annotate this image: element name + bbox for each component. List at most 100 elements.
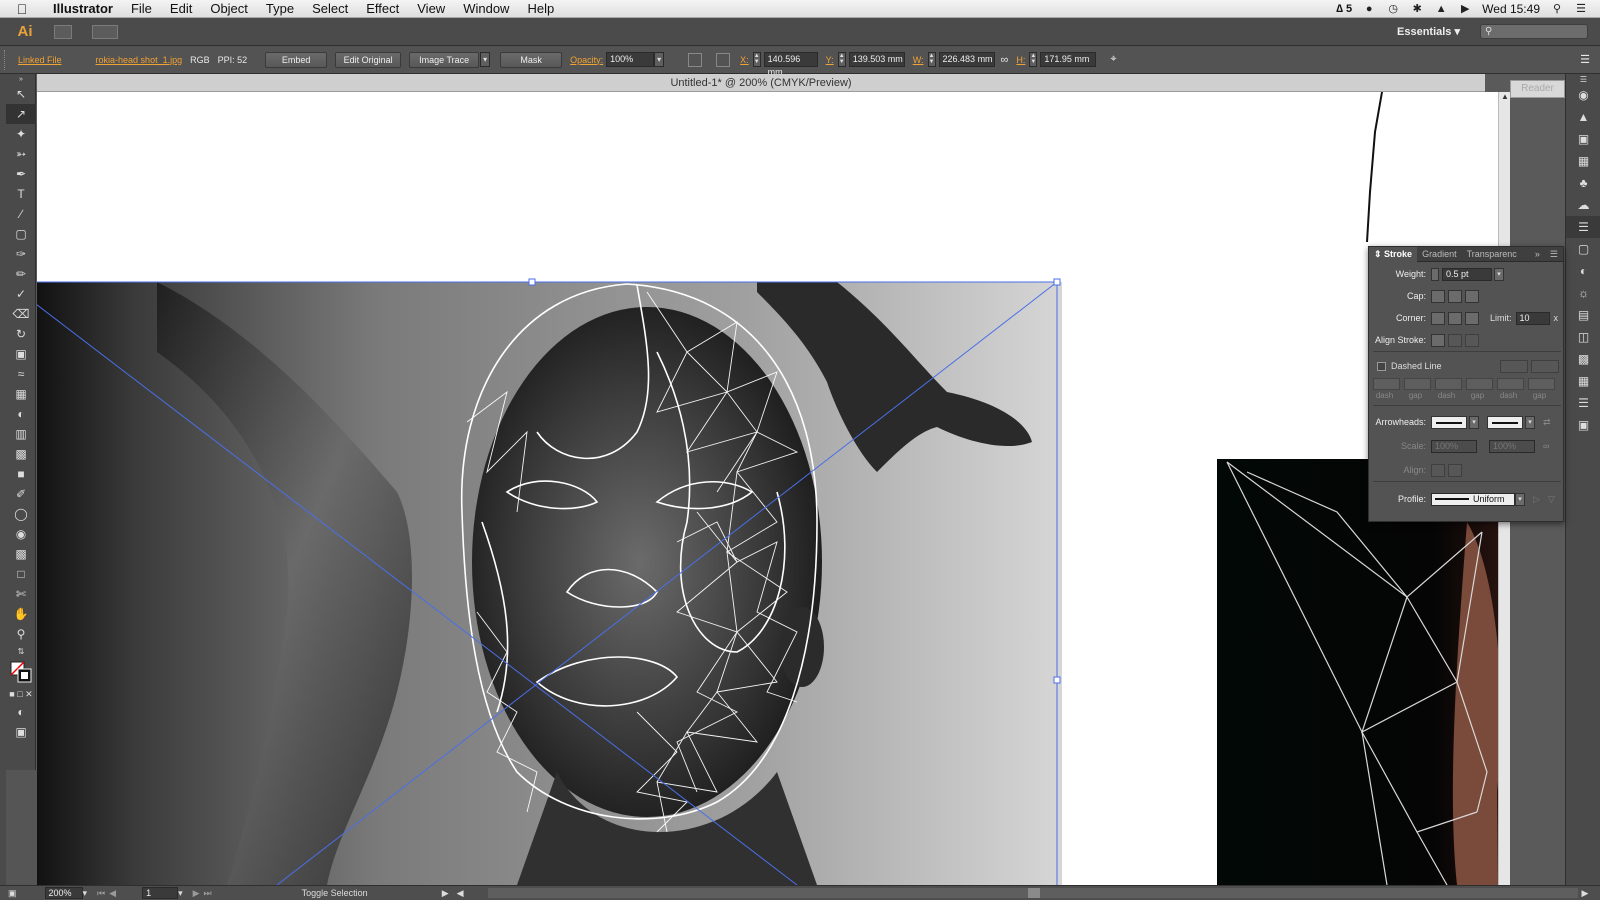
weight-field[interactable]: 0.5 pt bbox=[1442, 267, 1492, 281]
end-arrowhead-select[interactable] bbox=[1487, 415, 1523, 429]
lasso-tool-icon[interactable]: ➳ bbox=[6, 144, 36, 164]
x-stepper[interactable]: ▲ ▼ bbox=[752, 52, 761, 67]
symbols-panel-icon[interactable]: ♣ bbox=[1566, 172, 1600, 194]
butt-cap-icon[interactable] bbox=[1431, 289, 1445, 303]
line-tool-icon[interactable]: ∕ bbox=[6, 204, 36, 224]
end-scale-field[interactable]: 100% bbox=[1489, 439, 1535, 453]
round-cap-icon[interactable] bbox=[1448, 289, 1462, 303]
h-stepper[interactable]: ▲ ▼ bbox=[1029, 52, 1038, 67]
help-search-input[interactable]: ⚲ bbox=[1480, 24, 1588, 39]
bluetooth-icon[interactable]: ✱ bbox=[1410, 3, 1424, 15]
weight-dropdown[interactable]: ▾ bbox=[1494, 267, 1504, 281]
horizontal-scroll-thumb[interactable] bbox=[1027, 888, 1040, 898]
color-panel-icon[interactable]: ◉ bbox=[1566, 84, 1600, 106]
bounding-handle-top-right[interactable] bbox=[1053, 278, 1061, 286]
color-guide-panel-icon[interactable]: ▲ bbox=[1566, 106, 1600, 128]
appearance-panel-icon[interactable]: ☼ bbox=[1566, 282, 1600, 304]
swap-fill-stroke-icon[interactable]: ⇅ bbox=[6, 644, 36, 658]
zoom-tool-icon[interactable]: ⚲ bbox=[6, 624, 36, 644]
previous-artboard-icon[interactable]: ◀ bbox=[109, 888, 116, 899]
scroll-right-icon[interactable]: ▶ bbox=[1582, 888, 1589, 899]
align-outside-icon[interactable] bbox=[1465, 333, 1479, 347]
pencil-tool-icon[interactable]: ✏ bbox=[6, 264, 36, 284]
arrange-documents-icon[interactable] bbox=[92, 24, 118, 39]
transparency-panel-icon[interactable]: ◐ bbox=[1566, 260, 1600, 282]
menu-app-name[interactable]: Illustrator bbox=[44, 0, 122, 18]
notification-center-icon[interactable]: ☰ bbox=[1574, 3, 1588, 15]
gradient-panel-icon[interactable]: ▢ bbox=[1566, 238, 1600, 260]
tab-stroke[interactable]: ⇕ Stroke bbox=[1369, 246, 1418, 262]
symbol-sprayer-tool-icon[interactable]: ◉ bbox=[6, 524, 36, 544]
black-path-stroke[interactable] bbox=[1366, 92, 1383, 243]
rectangle-tool-icon[interactable]: ▢ bbox=[6, 224, 36, 244]
workspace-switcher[interactable]: Essentials ▾ bbox=[1397, 25, 1460, 38]
transform-grid-icon[interactable] bbox=[716, 52, 731, 67]
menu-window[interactable]: Window bbox=[454, 0, 518, 18]
linked-file-link[interactable]: Linked File bbox=[18, 55, 62, 65]
x-label[interactable]: X: bbox=[740, 55, 749, 65]
transform-icon[interactable]: ⌖ bbox=[1110, 53, 1116, 66]
h-field[interactable]: 171.95 mm bbox=[1040, 52, 1097, 67]
scale-tool-icon[interactable]: ▣ bbox=[6, 344, 36, 364]
artboard-dropdown[interactable]: ▾ bbox=[178, 888, 183, 899]
limit-field[interactable]: 10 bbox=[1515, 311, 1550, 325]
fill-stroke-swatch-icon[interactable] bbox=[10, 661, 32, 683]
direct-selection-tool-icon[interactable]: ↗ bbox=[6, 104, 36, 124]
panel-expand-icon[interactable]: » bbox=[1530, 247, 1545, 262]
column-graph-tool-icon[interactable]: ▩ bbox=[6, 544, 36, 564]
menu-type[interactable]: Type bbox=[257, 0, 303, 18]
volume-icon[interactable]: ▶ bbox=[1458, 3, 1472, 15]
stroke-panel-icon[interactable]: ☰ bbox=[1566, 216, 1600, 238]
next-artboard-icon[interactable]: ▶ bbox=[193, 888, 200, 899]
profile-dropdown[interactable]: ▾ bbox=[1515, 492, 1525, 506]
reader-tab[interactable]: Reader bbox=[1510, 80, 1565, 98]
image-trace-button[interactable]: Image Trace bbox=[409, 51, 480, 68]
h-label[interactable]: H: bbox=[1016, 55, 1025, 65]
wifi-icon[interactable]: ▲ bbox=[1434, 3, 1448, 15]
pathfinder-panel-icon[interactable]: ▣ bbox=[1566, 414, 1600, 436]
artboard-canvas[interactable] bbox=[37, 92, 1498, 885]
blob-brush-tool-icon[interactable]: ✓ bbox=[6, 284, 36, 304]
panel-menu-icon[interactable]: ☰ bbox=[1545, 247, 1563, 262]
dash-align-icon[interactable] bbox=[1531, 359, 1559, 373]
flip-across-icon[interactable]: ▽ bbox=[1548, 494, 1555, 505]
bounding-handle-right[interactable] bbox=[1053, 676, 1061, 684]
tab-transparency[interactable]: Transparenc bbox=[1462, 247, 1522, 262]
weight-stepper[interactable] bbox=[1431, 267, 1439, 281]
layers-panel-icon[interactable]: ◫ bbox=[1566, 326, 1600, 348]
artboards-panel-icon[interactable]: ▩ bbox=[1566, 348, 1600, 370]
swatches-panel-icon[interactable]: ▣ bbox=[1566, 128, 1600, 150]
graphic-styles-alt-icon[interactable]: ▤ bbox=[1566, 304, 1600, 326]
selection-tool-icon[interactable]: ↖ bbox=[6, 84, 36, 104]
scroll-left-icon[interactable]: ◀ bbox=[457, 888, 464, 899]
screen-mode-icon[interactable]: ▣ bbox=[6, 722, 36, 742]
blend-tool-icon[interactable]: ◯ bbox=[6, 504, 36, 524]
tools-collapse-icon[interactable]: » bbox=[6, 74, 36, 84]
opacity-field[interactable]: 100% bbox=[606, 52, 655, 67]
mesh-tool-icon[interactable]: ▩ bbox=[6, 444, 36, 464]
control-bar-grip[interactable] bbox=[4, 49, 12, 70]
pen-tool-icon[interactable]: ✒ bbox=[6, 164, 36, 184]
edit-original-button[interactable]: Edit Original bbox=[335, 51, 402, 68]
profile-select[interactable]: Uniform bbox=[1431, 492, 1515, 506]
end-arrowhead-dropdown[interactable]: ▾ bbox=[1525, 415, 1535, 429]
apple-icon[interactable]:  bbox=[0, 1, 44, 17]
status-menu-arrow[interactable]: ▶ bbox=[442, 888, 449, 899]
adobe-updates-icon[interactable]: ∆ 5 bbox=[1336, 3, 1352, 15]
y-field[interactable]: 139.503 mm bbox=[848, 52, 905, 67]
perspective-grid-tool-icon[interactable]: ▥ bbox=[6, 424, 36, 444]
w-label[interactable]: W: bbox=[913, 55, 924, 65]
start-arrowhead-dropdown[interactable]: ▾ bbox=[1469, 415, 1479, 429]
miter-join-icon[interactable] bbox=[1431, 311, 1445, 325]
last-artboard-icon[interactable]: ⏭ bbox=[204, 888, 212, 899]
w-field[interactable]: 226.483 mm bbox=[938, 52, 995, 67]
artboard-number-field[interactable]: 1 bbox=[142, 887, 179, 899]
w-stepper[interactable]: ▲ ▼ bbox=[927, 52, 936, 67]
slice-tool-icon[interactable]: ✄ bbox=[6, 584, 36, 604]
creative-cloud-icon[interactable]: ● bbox=[1362, 3, 1376, 15]
eyedropper-tool-icon[interactable]: ✐ bbox=[6, 484, 36, 504]
fill-stroke-swatches[interactable] bbox=[6, 658, 36, 686]
drawing-mode-icon[interactable]: ◐ bbox=[6, 702, 36, 722]
projecting-cap-icon[interactable] bbox=[1465, 289, 1479, 303]
menu-help[interactable]: Help bbox=[518, 0, 563, 18]
